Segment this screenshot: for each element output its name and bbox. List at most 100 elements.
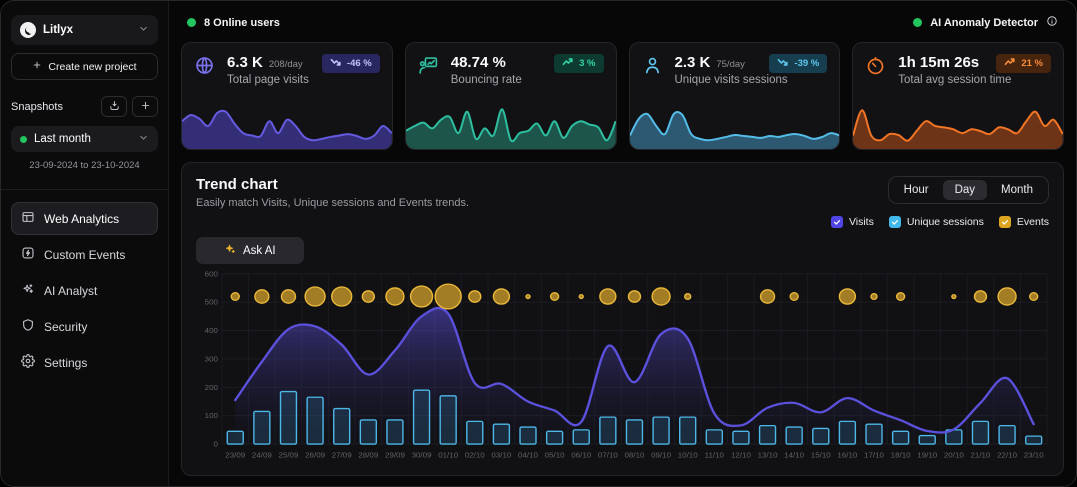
sidebar-item-label: Web Analytics xyxy=(44,212,119,226)
svg-text:23/09: 23/09 xyxy=(225,451,245,460)
litlyx-logo-icon xyxy=(20,22,36,38)
ai-analyst-icon xyxy=(21,282,35,299)
range-tabs: HourDayMonth xyxy=(888,176,1049,204)
info-icon[interactable] xyxy=(1046,15,1058,30)
svg-text:19/10: 19/10 xyxy=(917,451,938,460)
trend-subtitle: Easily match Visits, Unique sessions and… xyxy=(196,197,469,209)
sidebar-item-ai-analyst[interactable]: AI Analyst xyxy=(11,274,158,307)
stat-value: 6.3 K xyxy=(227,54,263,71)
stat-value: 2.3 K xyxy=(675,54,711,71)
sidebar-item-label: Settings xyxy=(44,356,87,370)
svg-text:30/09: 30/09 xyxy=(412,451,432,460)
plus-icon xyxy=(140,99,151,114)
anomaly-detector-label: AI Anomaly Detector xyxy=(930,17,1038,29)
anomaly-dot xyxy=(913,18,922,27)
create-project-label: Create new project xyxy=(48,61,136,73)
stat-label: Total avg session time xyxy=(898,74,1011,86)
stat-label: Total page visits xyxy=(227,74,309,86)
svg-text:01/10: 01/10 xyxy=(438,451,459,460)
stat-sparkline xyxy=(853,95,1063,149)
svg-text:22/10: 22/10 xyxy=(997,451,1018,460)
person-icon xyxy=(642,54,666,86)
stat-perday: 208/day xyxy=(269,59,303,70)
svg-text:15/10: 15/10 xyxy=(811,451,832,460)
snapshots-label: Snapshots xyxy=(11,101,63,113)
web-analytics-icon xyxy=(21,210,35,227)
snapshot-export-button[interactable] xyxy=(101,96,127,117)
trend-chart-card: Trend chart Easily match Visits, Unique … xyxy=(181,162,1064,476)
sidebar-item-label: Security xyxy=(44,320,87,334)
svg-text:04/10: 04/10 xyxy=(518,451,539,460)
sidebar-item-label: AI Analyst xyxy=(44,284,97,298)
range-tab-day[interactable]: Day xyxy=(943,180,987,200)
sidebar: Litlyx Create new project Snapshots Last… xyxy=(1,1,169,486)
svg-text:26/09: 26/09 xyxy=(305,451,325,460)
svg-text:11/10: 11/10 xyxy=(705,451,725,460)
stat-card-bouncing-rate: 48.74 %Bouncing rate3 % xyxy=(405,42,617,150)
svg-text:500: 500 xyxy=(205,298,219,307)
legend-checkbox[interactable] xyxy=(999,216,1011,228)
stat-sparkline xyxy=(406,95,616,149)
snapshot-add-button[interactable] xyxy=(132,96,158,117)
stat-card-total-page-visits: 6.3 K 208/day Total page visits -46 % xyxy=(181,42,393,150)
stat-badge: -39 % xyxy=(769,54,827,73)
plus-icon xyxy=(32,60,42,73)
project-selector[interactable]: Litlyx xyxy=(11,15,158,45)
svg-text:12/10: 12/10 xyxy=(731,451,752,460)
security-icon xyxy=(21,318,35,335)
trend-down-icon xyxy=(777,57,789,70)
ask-ai-label: Ask AI xyxy=(243,245,276,257)
range-tab-hour[interactable]: Hour xyxy=(892,180,941,200)
timer-icon xyxy=(865,54,889,86)
stat-badge-text: -39 % xyxy=(794,58,819,69)
create-project-button[interactable]: Create new project xyxy=(11,53,158,80)
range-tab-month[interactable]: Month xyxy=(989,180,1045,200)
svg-text:20/10: 20/10 xyxy=(944,451,965,460)
legend-checkbox[interactable] xyxy=(889,216,901,228)
trend-chart: 010020030040050060023/0924/0925/0926/092… xyxy=(196,270,1049,465)
stat-badge-text: 3 % xyxy=(579,58,595,69)
svg-text:28/09: 28/09 xyxy=(358,451,378,460)
snapshot-range: 23-09-2024 to 23-10-2024 xyxy=(11,160,158,171)
sidebar-item-label: Custom Events xyxy=(44,248,125,262)
sidebar-item-settings[interactable]: Settings xyxy=(11,346,158,379)
svg-text:300: 300 xyxy=(205,355,219,364)
svg-text:02/10: 02/10 xyxy=(465,451,486,460)
svg-text:13/10: 13/10 xyxy=(758,451,779,460)
online-users-status: 8 Online users xyxy=(187,17,280,29)
snapshot-period-select[interactable]: Last month xyxy=(11,126,158,152)
svg-text:08/10: 08/10 xyxy=(625,451,646,460)
ask-ai-button[interactable]: Ask AI xyxy=(196,237,304,264)
stat-badge: 21 % xyxy=(996,54,1051,73)
legend-item-unique-sessions[interactable]: Unique sessions xyxy=(889,216,984,228)
sidebar-item-security[interactable]: Security xyxy=(11,310,158,343)
svg-text:18/10: 18/10 xyxy=(891,451,912,460)
svg-text:100: 100 xyxy=(205,411,219,420)
chevron-down-icon xyxy=(138,21,149,39)
sidebar-item-custom-events[interactable]: Custom Events xyxy=(11,238,158,271)
svg-text:200: 200 xyxy=(205,383,219,392)
sidebar-item-web-analytics[interactable]: Web Analytics xyxy=(11,202,158,235)
legend-label: Unique sessions xyxy=(907,216,984,228)
stat-card-total-avg-session-time: 1h 15m 26sTotal avg session time21 % xyxy=(852,42,1064,150)
svg-text:24/09: 24/09 xyxy=(252,451,272,460)
legend-checkbox[interactable] xyxy=(831,216,843,228)
download-icon xyxy=(109,99,120,114)
stat-perday: 75/day xyxy=(716,59,745,70)
project-name: Litlyx xyxy=(43,24,131,36)
trend-up-icon xyxy=(562,57,574,70)
bounce-icon xyxy=(418,54,442,86)
svg-text:17/10: 17/10 xyxy=(864,451,885,460)
stat-label: Unique visits sessions xyxy=(675,74,788,86)
stat-badge: -46 % xyxy=(322,54,380,73)
stat-badge-text: 21 % xyxy=(1021,58,1043,69)
stat-card-unique-visits-sessions: 2.3 K 75/day Unique visits sessions -39 % xyxy=(629,42,841,150)
app-window: Litlyx Create new project Snapshots Last… xyxy=(0,0,1077,487)
trend-down-icon xyxy=(330,57,342,70)
anomaly-detector-status: AI Anomaly Detector xyxy=(913,15,1058,30)
globe-icon xyxy=(194,54,218,86)
legend-item-visits[interactable]: Visits xyxy=(831,216,874,228)
legend-item-events[interactable]: Events xyxy=(999,216,1049,228)
online-dot xyxy=(187,18,196,27)
stat-value: 48.74 % xyxy=(451,54,506,71)
